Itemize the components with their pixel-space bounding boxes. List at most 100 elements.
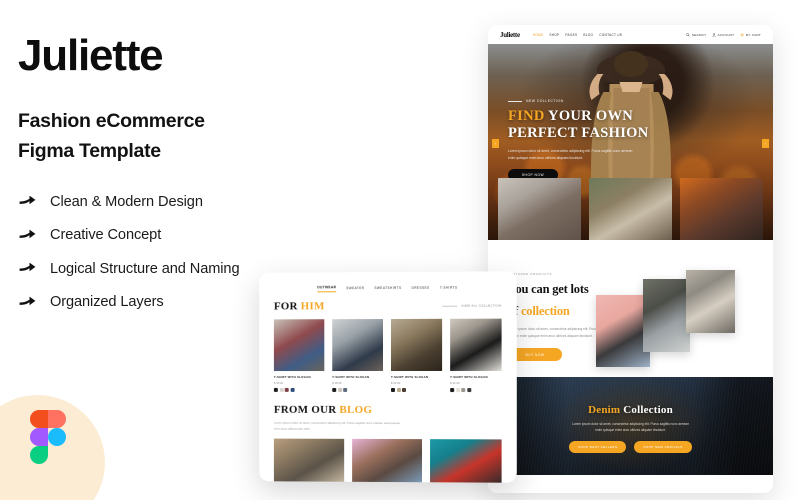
- hero-heading-line2: PERFECT FASHION: [508, 125, 649, 142]
- hero-heading: FIND YOUR OWN: [508, 108, 668, 125]
- product-name: T-SHIRT WITH SLOGAN: [273, 375, 311, 379]
- swatch[interactable]: [284, 387, 289, 392]
- feature-card-returns[interactable]: EASY RETURNS Simply return within 30 day…: [498, 177, 581, 240]
- hero-banner: NEW COLLECTION FIND YOUR OWN PERFECT FAS…: [488, 44, 773, 240]
- account-button[interactable]: ACCOUNT: [712, 33, 734, 37]
- tab-outwear[interactable]: OUTWEAR: [317, 285, 337, 293]
- hero-eyebrow: NEW COLLECTION: [508, 99, 668, 103]
- list-item: Clean & Modern Design: [18, 192, 470, 211]
- site-logo[interactable]: Juliette: [500, 31, 520, 39]
- blog-card[interactable]: [430, 439, 502, 483]
- color-swatches[interactable]: [390, 388, 442, 393]
- product-name: T-SHIRT WITH SLOGAN: [390, 374, 429, 380]
- hero-prev-marker[interactable]: ‹: [492, 139, 499, 148]
- nav-link-pages[interactable]: PAGES: [565, 33, 577, 37]
- hero-copy: NEW COLLECTION FIND YOUR OWN PERFECT FAS…: [508, 99, 668, 181]
- blog-grid: [259, 432, 517, 483]
- feature-label: Logical Structure and Naming: [50, 260, 240, 277]
- swatch[interactable]: [273, 387, 278, 392]
- hero-paragraph: Lorem ipsum dolor sit amet, consectetur …: [508, 149, 633, 160]
- nav-link-shop[interactable]: SHOP: [549, 33, 559, 37]
- collection-photo-1: [596, 295, 650, 367]
- product-name: T-SHIRT WITH SLOGAN: [332, 375, 370, 379]
- for-him-pre: FOR: [273, 300, 301, 313]
- nav-link-blog[interactable]: BLOG: [583, 33, 593, 37]
- chevron-right-icon: ›: [764, 140, 767, 146]
- swatch[interactable]: [455, 388, 460, 393]
- blog-card[interactable]: [273, 438, 344, 483]
- feature-label: Organized Layers: [50, 294, 164, 311]
- swatch[interactable]: [279, 387, 284, 392]
- blog-heading-pre: FROM OUR: [273, 403, 340, 416]
- hero-next-marker[interactable]: ›: [762, 139, 769, 148]
- subtitle-block: Fashion eCommerce Figma Template: [18, 106, 470, 166]
- swatch[interactable]: [332, 387, 337, 392]
- product-card[interactable]: T-SHIRT WITH SLOGAN $ 45.00: [273, 319, 325, 392]
- denim-copy: Denim Collection Lorem ipsum dolor sit a…: [488, 377, 773, 475]
- swatch[interactable]: [343, 387, 348, 392]
- product-card[interactable]: T-SHIRT WITH SLOGAN $ 39.00: [332, 319, 384, 392]
- blog-heading: FROM OUR BLOG: [274, 404, 502, 416]
- swatch[interactable]: [396, 388, 401, 393]
- tab-tshirts[interactable]: T-SHIRTS: [440, 285, 458, 291]
- denim-buttons: SHOP BEST SELLERS SHOP NEW ARRIVALS: [488, 441, 773, 454]
- cart-button[interactable]: MY CART: [740, 33, 761, 37]
- footer-strip: [488, 475, 773, 489]
- color-swatches[interactable]: [332, 387, 383, 392]
- arrow-right-icon: [18, 226, 37, 245]
- product-card[interactable]: T-SHIRT WITH SLOGAN $ 41.00: [450, 318, 502, 393]
- eyebrow-rule: [508, 100, 522, 102]
- collection-photo-3: [686, 270, 735, 333]
- feature-card-delivery[interactable]: FREE DELIVERY On orders over $100: [589, 177, 672, 240]
- swatch[interactable]: [466, 388, 471, 393]
- product-card[interactable]: T-SHIRT WITH SLOGAN $ 52.00: [390, 318, 443, 393]
- denim-paragraph: Lorem ipsum dolor sit amet, consectetur …: [572, 422, 689, 433]
- product-image: [450, 318, 502, 371]
- site-header: Juliette HOME SHOP PAGES BLOG CONTACT US…: [488, 25, 773, 44]
- arrow-right-icon: [18, 192, 37, 211]
- search-icon: [686, 32, 690, 37]
- nav-link-home[interactable]: HOME: [533, 33, 544, 37]
- subtitle-line-2: Figma Template: [18, 140, 161, 163]
- swatch[interactable]: [401, 388, 406, 393]
- main-nav: HOME SHOP PAGES BLOG CONTACT US: [533, 33, 622, 37]
- swatch[interactable]: [337, 387, 342, 392]
- view-all-collection-link[interactable]: VIEW ALL COLLECTION: [442, 304, 502, 308]
- nav-link-contact[interactable]: CONTACT US: [599, 33, 622, 37]
- user-icon: [712, 32, 716, 37]
- feature-card-image: [589, 177, 672, 240]
- tab-dresses[interactable]: DRESSES: [412, 285, 430, 291]
- blog-card[interactable]: [351, 439, 423, 483]
- search-button[interactable]: SEARCH: [686, 33, 706, 37]
- swatch[interactable]: [390, 388, 395, 393]
- feature-label: Clean & Modern Design: [50, 193, 203, 210]
- feature-label: Creative Concept: [50, 227, 162, 244]
- tab-sweater[interactable]: SWEATER: [346, 286, 364, 292]
- arrow-right-icon: [18, 293, 37, 312]
- swatch[interactable]: [290, 387, 295, 392]
- swatch[interactable]: [450, 388, 455, 393]
- shop-best-sellers-button[interactable]: SHOP BEST SELLERS: [569, 441, 627, 454]
- account-label: ACCOUNT: [717, 32, 735, 37]
- swatch[interactable]: [461, 388, 466, 393]
- hero-heading-rest: YOUR OWN: [544, 108, 634, 124]
- tab-sweatshirts[interactable]: SWEATSHIRTS: [374, 285, 401, 291]
- collection-section: FEATURED PRODUCTS You can get lots of co…: [488, 240, 773, 377]
- page-title: Juliette: [18, 31, 164, 80]
- for-him-heading: FOR HIM: [274, 300, 325, 312]
- denim-heading: Denim Collection: [488, 404, 773, 416]
- color-swatches[interactable]: [450, 388, 501, 393]
- feature-card-image: [680, 177, 763, 240]
- product-image: [332, 319, 384, 372]
- color-swatches[interactable]: [273, 387, 324, 392]
- cart-label: MY CART: [745, 32, 761, 37]
- inner-page-mockup: OUTWEAR SWEATER SWEATSHIRTS DRESSES T-SH…: [259, 271, 517, 483]
- product-price: $ 52.00: [390, 381, 401, 386]
- shop-now-label: SHOP NOW: [521, 172, 545, 177]
- header-utilities: SEARCH ACCOUNT MY CART: [686, 33, 761, 37]
- feature-card-support[interactable]: SUPPORT 24/7 Contact us 24 hours a day: [680, 177, 763, 240]
- denim-heading-highlight: Denim: [588, 404, 621, 416]
- shop-new-arrivals-button[interactable]: SHOP NEW ARRIVALS: [634, 441, 692, 454]
- category-tabs: OUTWEAR SWEATER SWEATSHIRTS DRESSES T-SH…: [259, 271, 517, 294]
- product-image: [273, 319, 325, 372]
